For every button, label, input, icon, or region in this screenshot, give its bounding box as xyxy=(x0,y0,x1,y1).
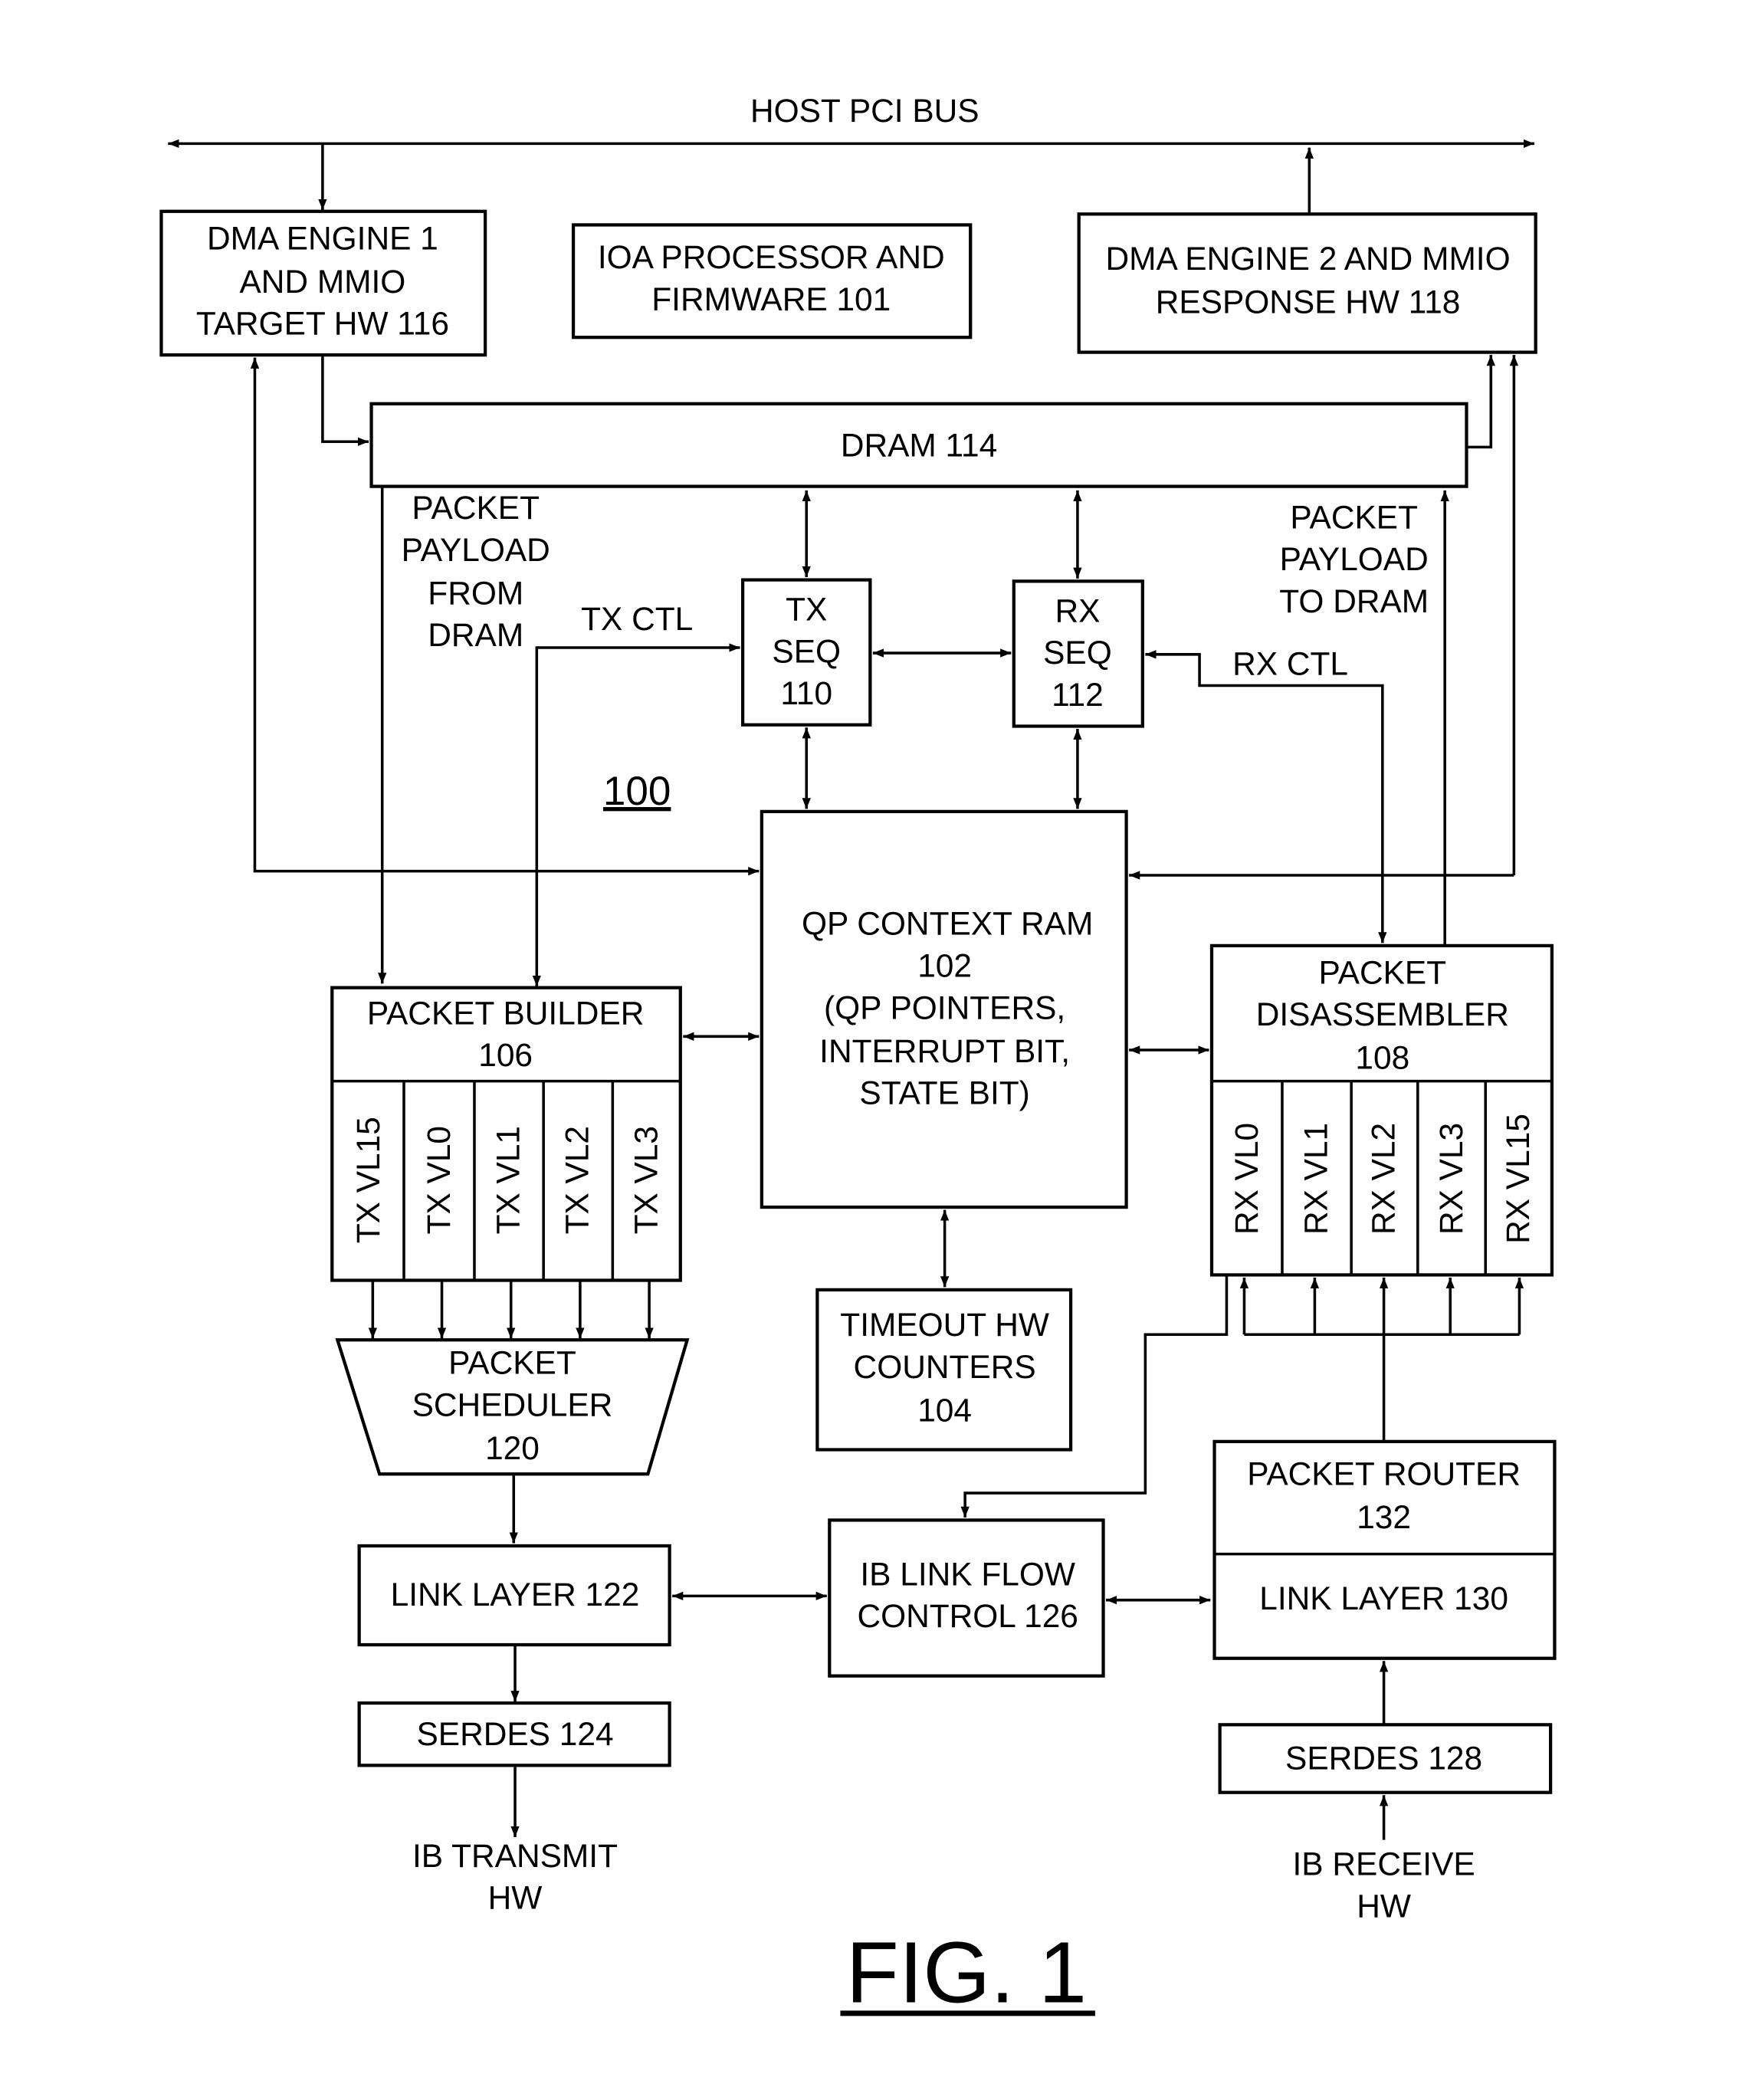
lane-tx-vl0: TX VL0 xyxy=(421,1126,457,1234)
svg-text:104: 104 xyxy=(917,1392,972,1428)
ib-receive-hw-label: IB RECEIVE HW xyxy=(1293,1846,1475,1924)
rx-seq-block: RX SEQ 112 xyxy=(1012,579,1144,728)
svg-text:FIRMWARE 101: FIRMWARE 101 xyxy=(651,281,891,317)
svg-text:DISASSEMBLER: DISASSEMBLER xyxy=(1256,996,1509,1032)
svg-text:110: 110 xyxy=(780,675,832,711)
tx-lane-arrows xyxy=(368,1280,654,1339)
dma-engine-2-block: DMA ENGINE 2 AND MMIO RESPONSE HW 118 xyxy=(1077,212,1537,354)
svg-text:TARGET HW 116: TARGET HW 116 xyxy=(196,306,449,342)
lane-rx-vl2: RX VL2 xyxy=(1366,1123,1402,1235)
lane-rx-vl15: RX VL15 xyxy=(1500,1114,1536,1244)
svg-text:TIMEOUT HW: TIMEOUT HW xyxy=(840,1307,1049,1343)
tx-ctl-label: TX CTL xyxy=(581,601,693,637)
svg-text:TO DRAM: TO DRAM xyxy=(1279,583,1429,619)
lane-rx-vl3: RX VL3 xyxy=(1433,1123,1469,1235)
payload-from-dram-label: PACKET PAYLOAD FROM DRAM xyxy=(402,490,550,653)
svg-text:TX: TX xyxy=(786,592,827,628)
link-layer-122-block: LINK LAYER 122 xyxy=(357,1544,671,1647)
svg-text:FROM: FROM xyxy=(428,575,523,611)
dram-block: DRAM 114 xyxy=(369,402,1468,488)
svg-text:IB TRANSMIT: IB TRANSMIT xyxy=(412,1838,618,1874)
svg-text:108: 108 xyxy=(1355,1040,1409,1076)
figure-caption: FIG. 1 xyxy=(846,1924,1087,2021)
lane-tx-vl1: TX VL1 xyxy=(490,1126,526,1234)
arrow-tx-ctl xyxy=(532,643,740,986)
svg-text:DMA ENGINE 2 AND MMIO: DMA ENGINE 2 AND MMIO xyxy=(1106,241,1511,277)
svg-text:102: 102 xyxy=(917,948,972,984)
svg-text:HW: HW xyxy=(488,1880,543,1916)
svg-text:LINK LAYER 122: LINK LAYER 122 xyxy=(391,1577,640,1613)
svg-text:PACKET BUILDER: PACKET BUILDER xyxy=(367,995,645,1031)
packet-scheduler-block: PACKET SCHEDULER 120 xyxy=(335,1338,690,1476)
svg-text:SEQ: SEQ xyxy=(1043,635,1112,671)
svg-text:132: 132 xyxy=(1357,1499,1411,1535)
qp-context-ram-block: QP CONTEXT RAM 102 (QP POINTERS, INTERRU… xyxy=(760,809,1128,1209)
svg-text:SERDES 128: SERDES 128 xyxy=(1285,1741,1482,1777)
svg-text:DRAM 114: DRAM 114 xyxy=(841,428,997,464)
svg-text:PACKET: PACKET xyxy=(412,490,540,526)
svg-text:IB LINK FLOW: IB LINK FLOW xyxy=(860,1556,1075,1592)
svg-text:COUNTERS: COUNTERS xyxy=(854,1349,1036,1385)
svg-text:SERDES 124: SERDES 124 xyxy=(416,1716,613,1752)
lane-tx-vl3: TX VL3 xyxy=(628,1126,664,1234)
payload-to-dram-label: PACKET PAYLOAD TO DRAM xyxy=(1279,499,1429,619)
svg-text:DRAM: DRAM xyxy=(428,617,523,653)
block-diagram: HOST PCI BUS DMA ENGINE 1 AND MMIO TARGE… xyxy=(159,93,1557,2021)
ib-transmit-hw-label: IB TRANSMIT HW xyxy=(412,1838,618,1916)
svg-text:PACKET: PACKET xyxy=(1319,954,1447,990)
ib-link-flow-control-block: IB LINK FLOW CONTROL 126 xyxy=(828,1518,1105,1678)
svg-text:INTERRUPT BIT,: INTERRUPT BIT, xyxy=(819,1033,1070,1069)
svg-text:DMA ENGINE 1: DMA ENGINE 1 xyxy=(207,220,438,256)
host-pci-bus-label: HOST PCI BUS xyxy=(750,93,979,129)
ioa-processor-block: IOA PROCESSOR AND FIRMWARE 101 xyxy=(571,223,973,340)
lane-tx-vl15: TX VL15 xyxy=(350,1117,386,1243)
svg-text:QP CONTEXT RAM: QP CONTEXT RAM xyxy=(802,906,1093,942)
svg-text:PACKET: PACKET xyxy=(448,1344,576,1380)
svg-text:106: 106 xyxy=(478,1037,533,1073)
svg-text:RESPONSE HW 118: RESPONSE HW 118 xyxy=(1156,284,1461,320)
svg-text:PACKET: PACKET xyxy=(1290,499,1418,535)
svg-text:PAYLOAD: PAYLOAD xyxy=(402,532,550,568)
rx-lane-arrows xyxy=(1239,1277,1524,1441)
arrow-dram-to-dma2 xyxy=(1468,355,1495,449)
lane-tx-vl2: TX VL2 xyxy=(559,1126,596,1234)
serdes-124-block: SERDES 124 xyxy=(357,1701,671,1767)
arrow-rx-ctl xyxy=(1145,650,1387,943)
link-layer-130-label: LINK LAYER 130 xyxy=(1259,1580,1508,1616)
svg-text:STATE BIT): STATE BIT) xyxy=(859,1075,1029,1111)
svg-text:112: 112 xyxy=(1052,677,1104,713)
svg-text:(QP POINTERS,: (QP POINTERS, xyxy=(824,989,1065,1025)
svg-text:PAYLOAD: PAYLOAD xyxy=(1280,541,1429,577)
reference-number: 100 xyxy=(603,769,671,814)
svg-text:HW: HW xyxy=(1357,1888,1411,1924)
tx-seq-block: TX SEQ 110 xyxy=(740,578,872,727)
rx-ctl-label: RX CTL xyxy=(1232,645,1348,681)
dma-engine-1-block: DMA ENGINE 1 AND MMIO TARGET HW 116 xyxy=(159,209,487,357)
timeout-counters-block: TIMEOUT HW COUNTERS 104 xyxy=(815,1288,1073,1452)
svg-text:CONTROL 126: CONTROL 126 xyxy=(857,1598,1078,1634)
svg-text:RX: RX xyxy=(1055,592,1100,628)
svg-text:PACKET ROUTER: PACKET ROUTER xyxy=(1247,1455,1521,1491)
svg-text:SCHEDULER: SCHEDULER xyxy=(412,1386,613,1422)
svg-text:IOA PROCESSOR AND: IOA PROCESSOR AND xyxy=(598,239,945,275)
serdes-128-block: SERDES 128 xyxy=(1218,1723,1553,1794)
svg-text:IB RECEIVE: IB RECEIVE xyxy=(1293,1846,1475,1882)
svg-text:SEQ: SEQ xyxy=(772,633,841,669)
lane-rx-vl0: RX VL0 xyxy=(1229,1123,1265,1235)
packet-router-block: PACKET ROUTER 132 xyxy=(1212,1439,1557,1660)
arrow-dma1-to-dram xyxy=(321,355,369,446)
svg-text:120: 120 xyxy=(485,1430,540,1466)
svg-text:AND MMIO: AND MMIO xyxy=(239,264,405,300)
lane-rx-vl1: RX VL1 xyxy=(1298,1123,1334,1235)
